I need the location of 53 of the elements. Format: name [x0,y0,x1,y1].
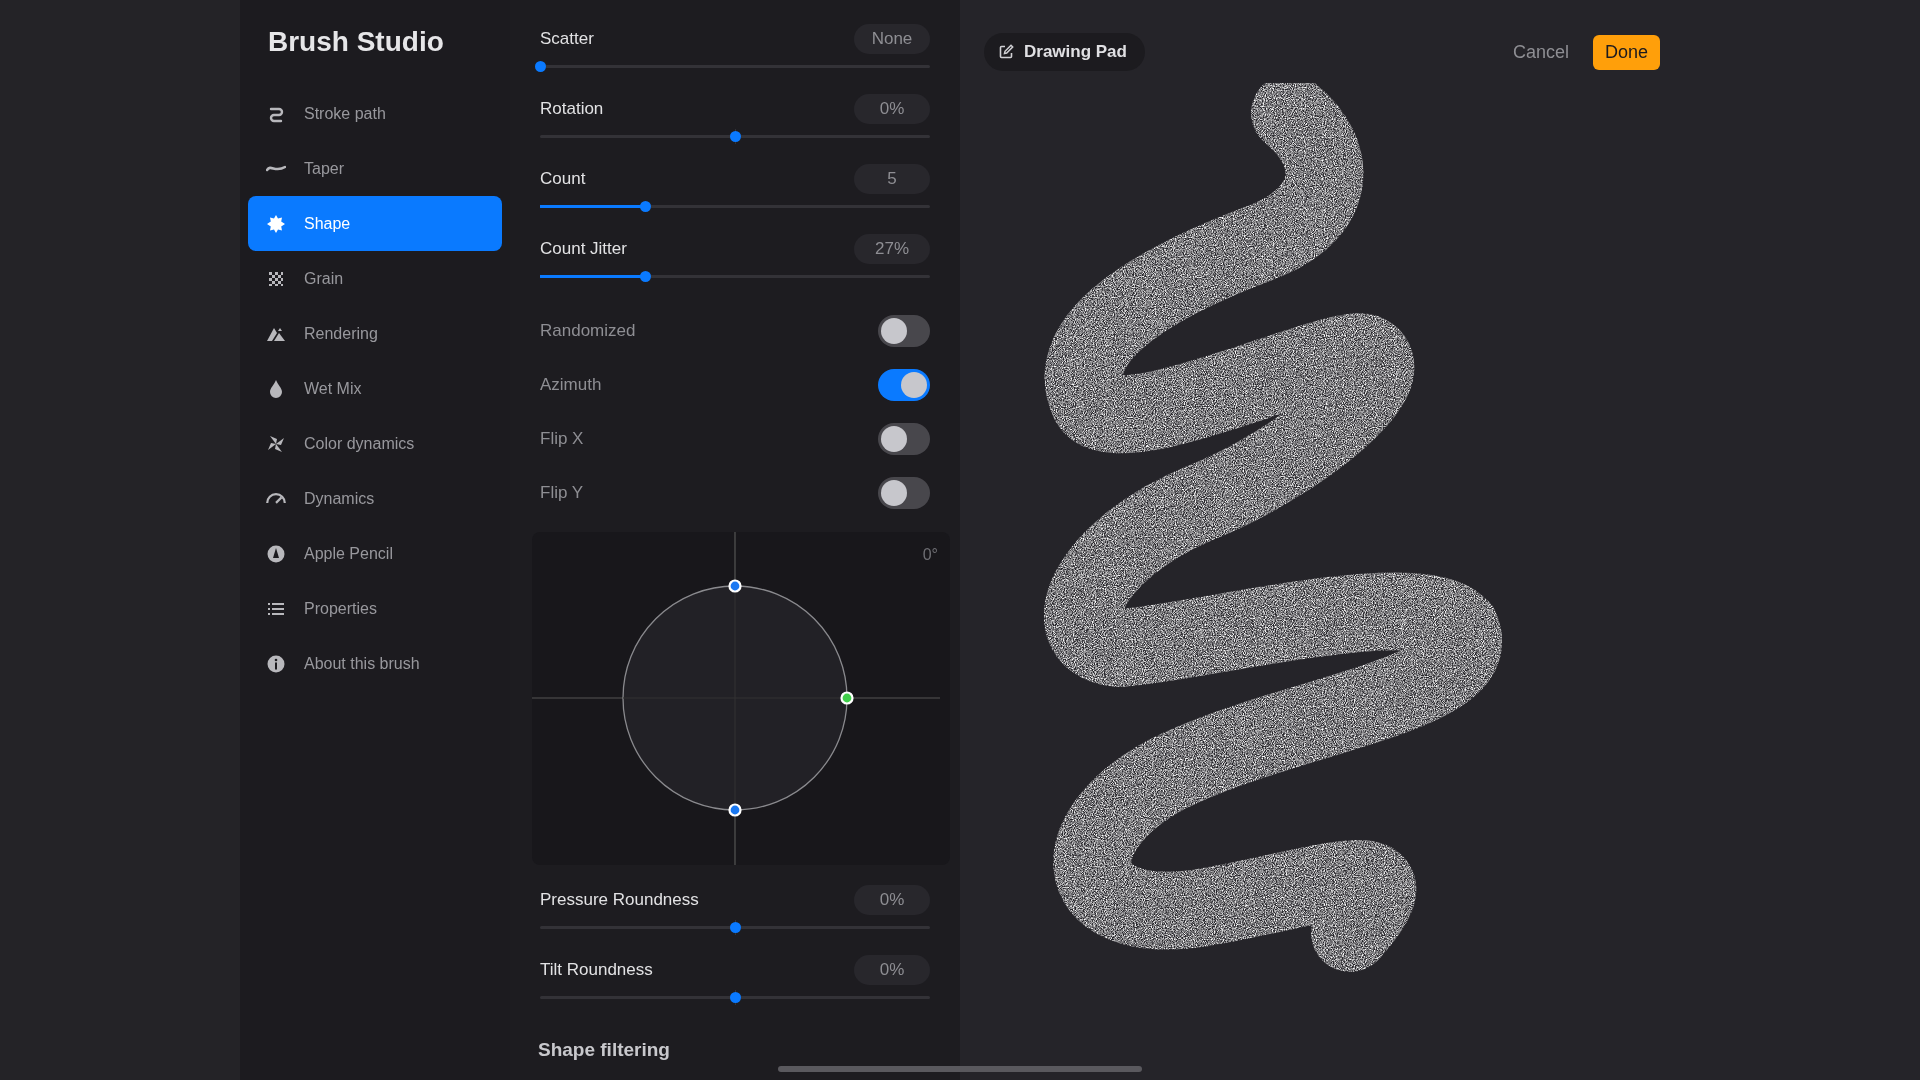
slider-label: Count [540,169,586,189]
pinwheel-icon [266,433,286,454]
done-button[interactable]: Done [1592,34,1660,70]
slider-thumb[interactable] [730,922,741,933]
edit-icon [998,44,1014,60]
sidebar-item[interactable]: Shape [248,196,502,251]
slider-label: Scatter [540,29,594,49]
toggle-label: Azimuth [540,375,602,395]
sidebar-item[interactable]: Taper [248,141,502,196]
sidebar-item[interactable]: Apple Pencil [248,526,502,581]
angle-readout: 0° [922,546,938,564]
sidebar-item[interactable]: Grain [248,251,502,306]
handle-dot[interactable] [728,803,742,817]
toggle-switch[interactable] [878,315,930,347]
sidebar-item[interactable]: Properties [248,581,502,636]
slider-label: Tilt Roundness [540,960,653,980]
slider-thumb[interactable] [535,61,546,72]
slider-label: Pressure Roundness [540,890,699,910]
slider-thumb[interactable] [640,271,652,282]
sidebar-item[interactable]: Rendering [248,306,502,361]
slider-thumb[interactable] [640,201,652,212]
slider-label: Count Jitter [540,239,627,259]
cancel-button[interactable]: Cancel [1512,37,1569,67]
sidebar-item[interactable]: Color dynamics [248,416,502,471]
sidebar-item[interactable]: Dynamics [248,471,502,526]
toggle-label: Flip Y [540,483,584,503]
slider-thumb[interactable] [730,131,741,142]
value-pill[interactable]: 0% [854,94,930,124]
toggle-switch[interactable] [878,369,930,401]
value-pill[interactable]: 0% [854,955,930,985]
info-icon [266,653,286,674]
value-pill[interactable]: 27% [854,234,930,264]
sidebar-item[interactable]: About this brush [248,636,502,691]
toggle-switch[interactable] [878,477,930,509]
gauge-icon [266,493,286,504]
toggle-switch[interactable] [878,423,930,455]
sidebar-item[interactable]: Stroke path [248,86,502,141]
section-heading: Shape filtering [538,1039,671,1061]
pencil-tip-icon [266,543,286,564]
value-pill[interactable]: 0% [854,885,930,915]
handle-dot[interactable] [840,691,854,705]
value-pill[interactable]: None [854,24,930,54]
roundness-graph[interactable]: 0° [532,532,950,865]
toggle-label: Randomized [540,321,636,341]
handle-dot[interactable] [728,579,742,593]
star-burst-icon [266,213,286,234]
toggle-label: Flip X [540,429,584,449]
slider-label: Rotation [540,99,604,119]
slider-thumb[interactable] [730,992,741,1003]
studio-title: Brush Studio [268,26,445,58]
value-pill[interactable]: 5 [854,164,930,194]
drawing-pad-button[interactable]: Drawing Pad [984,33,1145,71]
sidebar-item[interactable]: Wet Mix [248,361,502,416]
